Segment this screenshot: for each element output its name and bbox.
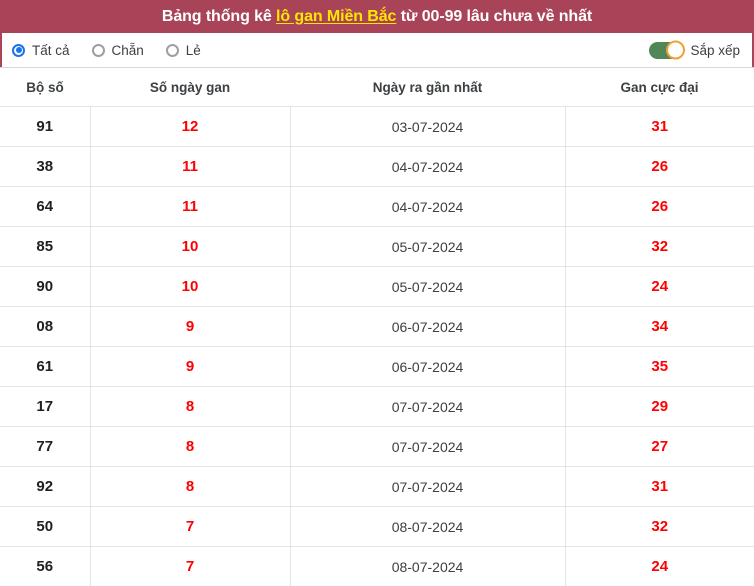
table-row[interactable]: 61 9 06-07-2024 35 [0, 347, 754, 387]
parity-filter-group: Tất cả Chẵn Lẻ [12, 43, 201, 58]
sort-toggle-label: Sắp xếp [690, 43, 740, 58]
cell-gan-cuc-dai: 32 [565, 227, 754, 267]
cell-bo-so: 90 [0, 267, 90, 307]
cell-ngay-ra-gan-nhat: 05-07-2024 [290, 227, 565, 267]
radio-option-even[interactable]: Chẵn [92, 43, 144, 58]
cell-bo-so: 77 [0, 427, 90, 467]
table-row[interactable]: 90 10 05-07-2024 24 [0, 267, 754, 307]
cell-so-ngay-gan: 8 [90, 467, 290, 507]
radio-label-even: Chẵn [112, 43, 144, 58]
column-header-ngay-ra-gan-nhat: Ngày ra gần nhất [290, 68, 565, 107]
column-header-so-ngay-gan: Số ngày gan [90, 68, 290, 107]
cell-ngay-ra-gan-nhat: 04-07-2024 [290, 187, 565, 227]
cell-gan-cuc-dai: 35 [565, 347, 754, 387]
cell-gan-cuc-dai: 31 [565, 467, 754, 507]
cell-so-ngay-gan: 12 [90, 107, 290, 147]
table-row[interactable]: 64 11 04-07-2024 26 [0, 187, 754, 227]
cell-gan-cuc-dai: 26 [565, 147, 754, 187]
table-row[interactable]: 17 8 07-07-2024 29 [0, 387, 754, 427]
cell-ngay-ra-gan-nhat: 06-07-2024 [290, 307, 565, 347]
page-title-suffix: từ 00-99 lâu chưa về nhất [396, 8, 592, 25]
cell-so-ngay-gan: 10 [90, 267, 290, 307]
cell-ngay-ra-gan-nhat: 07-07-2024 [290, 387, 565, 427]
cell-so-ngay-gan: 7 [90, 547, 290, 586]
cell-so-ngay-gan: 11 [90, 187, 290, 227]
sort-toggle-group[interactable]: Sắp xếp [649, 42, 740, 59]
cell-so-ngay-gan: 10 [90, 227, 290, 267]
cell-so-ngay-gan: 8 [90, 387, 290, 427]
cell-so-ngay-gan: 9 [90, 307, 290, 347]
cell-so-ngay-gan: 11 [90, 147, 290, 187]
cell-bo-so: 56 [0, 547, 90, 586]
page-title-highlight: lô gan Miền Bắc [276, 8, 396, 25]
cell-bo-so: 91 [0, 107, 90, 147]
cell-bo-so: 17 [0, 387, 90, 427]
radio-icon-odd[interactable] [166, 44, 179, 57]
page-title: Bảng thống kê lô gan Miền Bắc từ 00-99 l… [162, 9, 592, 25]
radio-icon-even[interactable] [92, 44, 105, 57]
cell-gan-cuc-dai: 31 [565, 107, 754, 147]
radio-icon-all[interactable] [12, 44, 25, 57]
cell-gan-cuc-dai: 32 [565, 507, 754, 547]
page-title-bar: Bảng thống kê lô gan Miền Bắc từ 00-99 l… [0, 0, 754, 33]
cell-bo-so: 85 [0, 227, 90, 267]
table-row[interactable]: 92 8 07-07-2024 31 [0, 467, 754, 507]
column-header-gan-cuc-dai: Gan cực đại [565, 68, 754, 107]
table-row[interactable]: 50 7 08-07-2024 32 [0, 507, 754, 547]
table-row[interactable]: 77 8 07-07-2024 27 [0, 427, 754, 467]
cell-bo-so: 92 [0, 467, 90, 507]
cell-bo-so: 08 [0, 307, 90, 347]
cell-ngay-ra-gan-nhat: 08-07-2024 [290, 547, 565, 586]
filter-control-row: Tất cả Chẵn Lẻ Sắp xếp [0, 33, 754, 67]
cell-so-ngay-gan: 8 [90, 427, 290, 467]
radio-option-all[interactable]: Tất cả [12, 43, 70, 58]
table-body: 91 12 03-07-2024 31 38 11 04-07-2024 26 … [0, 107, 754, 586]
cell-bo-so: 61 [0, 347, 90, 387]
table-row[interactable]: 85 10 05-07-2024 32 [0, 227, 754, 267]
table-row[interactable]: 38 11 04-07-2024 26 [0, 147, 754, 187]
cell-bo-so: 38 [0, 147, 90, 187]
cell-so-ngay-gan: 9 [90, 347, 290, 387]
radio-option-odd[interactable]: Lẻ [166, 43, 201, 58]
cell-ngay-ra-gan-nhat: 07-07-2024 [290, 427, 565, 467]
statistics-table-wrapper: Bộ số Số ngày gan Ngày ra gần nhất Gan c… [0, 67, 754, 586]
statistics-table: Bộ số Số ngày gan Ngày ra gần nhất Gan c… [0, 68, 754, 586]
cell-ngay-ra-gan-nhat: 06-07-2024 [290, 347, 565, 387]
cell-bo-so: 50 [0, 507, 90, 547]
table-row[interactable]: 08 9 06-07-2024 34 [0, 307, 754, 347]
cell-gan-cuc-dai: 24 [565, 547, 754, 586]
cell-gan-cuc-dai: 34 [565, 307, 754, 347]
cell-gan-cuc-dai: 27 [565, 427, 754, 467]
toggle-knob-icon [666, 41, 685, 60]
cell-ngay-ra-gan-nhat: 08-07-2024 [290, 507, 565, 547]
radio-label-all: Tất cả [32, 43, 70, 58]
cell-ngay-ra-gan-nhat: 05-07-2024 [290, 267, 565, 307]
radio-label-odd: Lẻ [186, 43, 201, 58]
cell-so-ngay-gan: 7 [90, 507, 290, 547]
page-title-prefix: Bảng thống kê [162, 8, 276, 25]
cell-gan-cuc-dai: 26 [565, 187, 754, 227]
cell-ngay-ra-gan-nhat: 04-07-2024 [290, 147, 565, 187]
cell-gan-cuc-dai: 29 [565, 387, 754, 427]
cell-gan-cuc-dai: 24 [565, 267, 754, 307]
lo-gan-statistics-page: Bảng thống kê lô gan Miền Bắc từ 00-99 l… [0, 0, 754, 534]
table-header-row: Bộ số Số ngày gan Ngày ra gần nhất Gan c… [0, 68, 754, 107]
sort-toggle-switch[interactable] [649, 42, 683, 59]
cell-ngay-ra-gan-nhat: 03-07-2024 [290, 107, 565, 147]
column-header-bo-so: Bộ số [0, 68, 90, 107]
table-header: Bộ số Số ngày gan Ngày ra gần nhất Gan c… [0, 68, 754, 107]
table-row[interactable]: 91 12 03-07-2024 31 [0, 107, 754, 147]
cell-ngay-ra-gan-nhat: 07-07-2024 [290, 467, 565, 507]
table-row[interactable]: 56 7 08-07-2024 24 [0, 547, 754, 586]
cell-bo-so: 64 [0, 187, 90, 227]
